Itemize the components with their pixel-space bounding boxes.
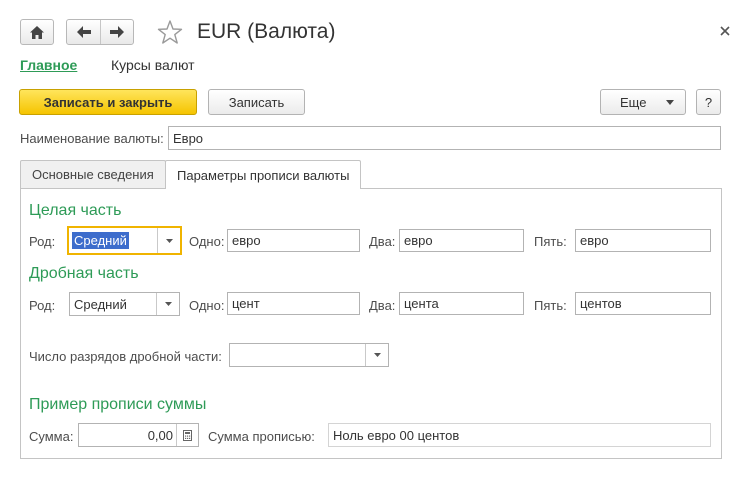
fractional-five-label: Пять: bbox=[534, 298, 567, 313]
fractional-part-heading: Дробная часть bbox=[29, 265, 139, 282]
fractional-gender-value: Средний bbox=[74, 296, 127, 312]
sum-label: Сумма: bbox=[29, 429, 74, 444]
fractional-gender-label: Род: bbox=[29, 298, 56, 313]
sum-value: 0,00 bbox=[147, 427, 173, 443]
fraction-digits-select[interactable] bbox=[229, 343, 389, 367]
chevron-down-icon[interactable] bbox=[156, 293, 179, 315]
nav-main-link[interactable]: Главное bbox=[20, 57, 77, 73]
integer-part-heading: Целая часть bbox=[29, 202, 122, 219]
integer-gender-select[interactable]: Средний bbox=[67, 226, 182, 255]
home-icon bbox=[30, 25, 44, 39]
more-button-label: Еще bbox=[620, 94, 647, 110]
tab-spelling-params[interactable]: Параметры прописи валюты bbox=[165, 160, 362, 189]
sum-in-words-label: Сумма прописью: bbox=[208, 429, 315, 444]
fractional-two-input[interactable]: цента bbox=[399, 292, 524, 315]
history-nav bbox=[66, 19, 134, 45]
help-button[interactable]: ? bbox=[696, 89, 721, 115]
close-icon[interactable] bbox=[718, 24, 732, 38]
sum-input[interactable]: 0,00 bbox=[78, 423, 199, 447]
chevron-down-icon[interactable] bbox=[365, 344, 388, 366]
tab-basic-info[interactable]: Основные сведения bbox=[20, 160, 166, 188]
calculator-icon[interactable] bbox=[176, 424, 198, 446]
window-title: EUR (Валюта) bbox=[197, 20, 336, 43]
arrow-left-icon bbox=[76, 26, 91, 38]
integer-one-label: Одно: bbox=[189, 234, 225, 249]
favorite-star-icon[interactable] bbox=[157, 19, 183, 45]
currency-name-label: Наименование валюты: bbox=[20, 131, 164, 146]
currency-name-input[interactable]: Евро bbox=[168, 126, 721, 150]
fractional-gender-select[interactable]: Средний bbox=[69, 292, 180, 316]
save-and-close-button[interactable]: Записать и закрыть bbox=[19, 89, 197, 115]
save-button[interactable]: Записать bbox=[208, 89, 305, 115]
fractional-five-input[interactable]: центов bbox=[575, 292, 711, 315]
home-button[interactable] bbox=[20, 19, 54, 45]
integer-two-input[interactable]: евро bbox=[399, 229, 524, 252]
back-button[interactable] bbox=[67, 20, 100, 44]
forward-button[interactable] bbox=[100, 20, 133, 44]
arrow-right-icon bbox=[110, 26, 124, 38]
integer-five-label: Пять: bbox=[534, 234, 567, 249]
example-heading: Пример прописи суммы bbox=[29, 396, 207, 413]
fraction-digits-label: Число разрядов дробной части: bbox=[29, 349, 222, 364]
fractional-one-input[interactable]: цент bbox=[227, 292, 360, 315]
chevron-down-icon[interactable] bbox=[157, 228, 180, 253]
fractional-two-label: Два: bbox=[369, 298, 396, 313]
chevron-down-icon bbox=[666, 100, 674, 105]
integer-gender-value: Средний bbox=[72, 232, 129, 249]
integer-five-input[interactable]: евро bbox=[575, 229, 711, 252]
integer-two-label: Два: bbox=[369, 234, 396, 249]
integer-gender-label: Род: bbox=[29, 234, 56, 249]
more-button[interactable]: Еще bbox=[600, 89, 686, 115]
integer-one-input[interactable]: евро bbox=[227, 229, 360, 252]
sum-in-words-field: Ноль евро 00 центов bbox=[328, 423, 711, 447]
fractional-one-label: Одно: bbox=[189, 298, 225, 313]
nav-rates-link[interactable]: Курсы валют bbox=[111, 57, 195, 73]
